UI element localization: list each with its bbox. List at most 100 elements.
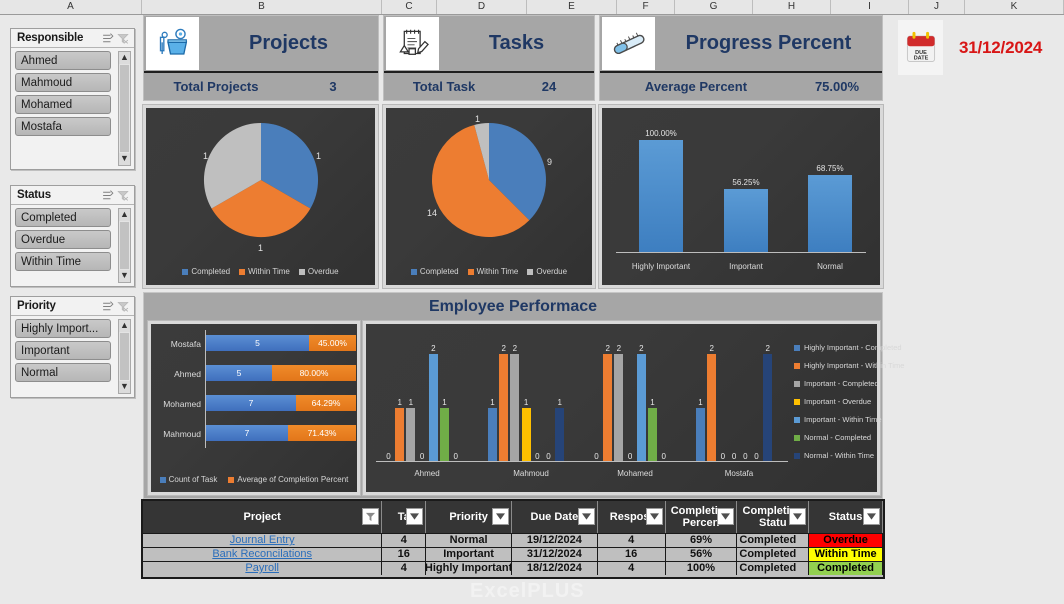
column-header-c[interactable]: C (382, 0, 437, 14)
table-cell-responsible: 16 (598, 548, 666, 561)
scroll-down-icon[interactable]: ▼ (119, 270, 130, 282)
legend-item: Highly Important - Completed (794, 344, 904, 352)
column-header-a[interactable]: A (0, 0, 142, 14)
scrollbar-thumb[interactable] (120, 65, 129, 152)
slicer-item[interactable]: Normal (15, 363, 111, 382)
slicer-header: Responsible (11, 29, 134, 48)
column-header-b[interactable]: B (142, 0, 382, 14)
column-bar (499, 354, 509, 462)
column-bar (707, 354, 717, 462)
table-row[interactable]: Bank Reconcilations 16 Important 31/12/2024… (143, 547, 883, 561)
slicer-responsible[interactable]: Responsible Ahmed Mahmoud Mohamed Mostaf… (10, 28, 135, 170)
slicer-item[interactable]: Within Time (15, 252, 111, 271)
slicer-priority[interactable]: Priority Highly Import... Important Norm… (10, 296, 135, 398)
column-bar (510, 354, 520, 462)
legend-label: Within Time (476, 267, 519, 276)
slicer-items: Completed Overdue Within Time ▲ ▼ (11, 205, 134, 286)
column-value-label: 0 (453, 452, 458, 461)
table-cell-due-date: 31/12/2024 (512, 548, 598, 561)
legend-swatch (794, 452, 800, 459)
chart-progress-percent: 100.00% 56.25% 68.75% Highly Important I… (599, 105, 883, 288)
table-cell-status: Within Time (809, 548, 883, 561)
kpi-label: Total Projects (173, 79, 259, 94)
column-header-g[interactable]: G (675, 0, 753, 14)
column-bar (696, 408, 705, 462)
legend-label: Overdue (536, 267, 568, 276)
pie-value-label: 9 (547, 157, 553, 167)
slicer-item[interactable]: Mohamed (15, 95, 111, 114)
clear-filter-icon[interactable] (116, 189, 130, 202)
slicer-items: Highly Import... Important Normal ▲ ▼ (11, 316, 134, 397)
column-header-i[interactable]: I (831, 0, 909, 14)
slicer-item[interactable]: Highly Import... (15, 319, 111, 338)
scroll-down-icon[interactable]: ▼ (119, 381, 130, 393)
table-cell-project[interactable]: Payroll (143, 562, 383, 575)
multiselect-icon[interactable] (101, 300, 115, 313)
slicer-item[interactable]: Overdue (15, 230, 111, 249)
bar-value-label: 56.25% (732, 178, 760, 187)
table-header-row: Project Ta Priority Due Date Resposi Completi… (143, 501, 883, 533)
filter-icon[interactable] (362, 508, 380, 525)
chevron-down-icon[interactable] (577, 508, 595, 525)
slicer-scrollbar[interactable]: ▲ ▼ (118, 319, 131, 394)
column-value-label: 1 (698, 398, 703, 407)
table-row[interactable]: Journal Entry 4 Normal 19/12/2024 4 69% Comple… (143, 533, 883, 547)
multiselect-icon[interactable] (101, 189, 115, 202)
column-bar (555, 408, 565, 462)
multiselect-icon[interactable] (101, 32, 115, 45)
legend-item: Completed (410, 267, 459, 276)
clear-filter-icon[interactable] (116, 32, 130, 45)
clear-filter-icon[interactable] (116, 300, 130, 313)
bar-percent: 64.29% (296, 395, 356, 411)
kpi-title: Projects (249, 32, 328, 54)
slicer-item[interactable]: Mostafa (15, 117, 111, 136)
legend-label: Highly Important - Within Time (804, 361, 905, 370)
table-row[interactable]: Payroll 4 Highly Important 18/12/2024 4 100% C… (143, 561, 883, 575)
slicer-scrollbar[interactable]: ▲ ▼ (118, 51, 131, 166)
y-tick-label: Ahmed (174, 369, 201, 379)
column-header-k[interactable]: K (965, 0, 1064, 14)
slicer-item[interactable]: Ahmed (15, 51, 111, 70)
table-cell-project[interactable]: Bank Reconcilations (143, 548, 383, 561)
legend-swatch (794, 434, 800, 441)
dashboard-canvas: Responsible Ahmed Mahmoud Mohamed Mostaf… (0, 15, 1064, 604)
column-value-label: 1 (408, 398, 414, 407)
chevron-down-icon[interactable] (406, 508, 424, 525)
chevron-down-icon[interactable] (491, 508, 509, 525)
chevron-down-icon[interactable] (789, 508, 807, 525)
bar-row-mostafa: 5 45.00% (206, 335, 356, 351)
slicer-item[interactable]: Important (15, 341, 111, 360)
slicer-item[interactable]: Completed (15, 208, 111, 227)
bar-percent: 45.00% (309, 335, 356, 351)
x-tick-label: Mostafa (724, 469, 754, 478)
bar-percent: 80.00% (272, 365, 356, 381)
table-cell-priority: Normal (426, 534, 512, 547)
chevron-down-icon[interactable] (645, 508, 663, 525)
column-header-h[interactable]: H (753, 0, 831, 14)
table-cell-project[interactable]: Journal Entry (143, 534, 383, 547)
chevron-down-icon[interactable] (717, 508, 735, 525)
table-header-priority: Priority (426, 501, 512, 533)
bar-count: 5 (206, 365, 272, 381)
legend-item: Within Time (467, 267, 519, 276)
pie-value-label: 1 (258, 243, 264, 253)
kpi-label: Total Task (412, 79, 476, 94)
column-header-e[interactable]: E (527, 0, 617, 14)
scrollbar-thumb[interactable] (120, 222, 129, 269)
legend-item: Normal - Completed (794, 434, 904, 442)
due-date-card: DUE DATE 31/12/2024 (898, 20, 1042, 75)
column-header-d[interactable]: D (437, 0, 527, 14)
scroll-up-icon[interactable]: ▲ (119, 209, 130, 221)
scroll-up-icon[interactable]: ▲ (119, 320, 130, 332)
pie-value-label: 14 (427, 208, 438, 218)
scroll-up-icon[interactable]: ▲ (119, 52, 130, 64)
column-header-f[interactable]: F (617, 0, 675, 14)
chevron-down-icon[interactable] (863, 508, 880, 525)
column-header-j[interactable]: J (909, 0, 965, 14)
scrollbar-thumb[interactable] (120, 333, 129, 380)
slicer-item[interactable]: Mahmoud (15, 73, 111, 92)
scroll-down-icon[interactable]: ▼ (119, 153, 130, 165)
slicer-status[interactable]: Status Completed Overdue Within Time ▲ ▼ (10, 185, 135, 287)
panel-title: Employee Performace (428, 298, 598, 315)
slicer-scrollbar[interactable]: ▲ ▼ (118, 208, 131, 283)
